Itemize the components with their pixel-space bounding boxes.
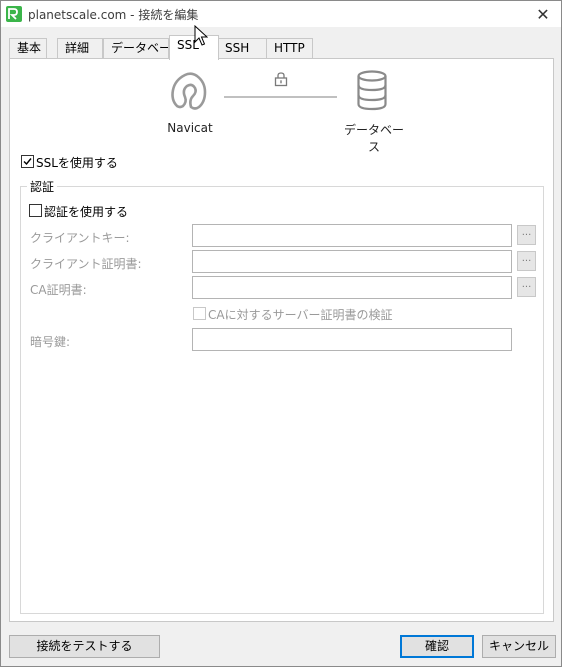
verify-ca-label: CAに対するサーバー証明書の検証 (208, 308, 393, 322)
tab-advanced[interactable]: 詳細 (57, 38, 103, 59)
client-cert-browse-button[interactable]: ... (517, 251, 536, 271)
ca-cert-label: CA証明書: (30, 283, 87, 297)
cipher-input[interactable] (192, 328, 512, 351)
connection-line (224, 96, 337, 98)
use-auth-label: 認証を使用する (44, 205, 129, 219)
client-cert-input[interactable] (192, 250, 512, 273)
tab-label: SSH (225, 41, 250, 55)
verify-ca-checkbox[interactable] (193, 307, 206, 320)
tab-bar: 基本 詳細 データベース SSL SSH HTTP (9, 35, 555, 60)
app-logo-icon (6, 6, 22, 22)
ok-button[interactable]: 確認 (400, 635, 474, 658)
connection-dialog: planetscale.com - 接続を編集 ✕ 基本 詳細 データベース S… (0, 0, 562, 667)
ca-cert-browse-button[interactable]: ... (517, 277, 536, 297)
use-ssl-checkbox[interactable] (21, 155, 34, 168)
ssl-panel: Navicat データベース SSLを使用する 認証 認証を使用する クライアン… (9, 58, 554, 622)
test-connection-button[interactable]: 接続をテストする (9, 635, 160, 658)
cipher-label: 暗号鍵: (30, 335, 71, 349)
tab-ssh[interactable]: SSH (217, 38, 267, 59)
navicat-label: Navicat (167, 121, 213, 135)
tab-label: 詳細 (65, 41, 90, 55)
close-button[interactable]: ✕ (531, 4, 555, 24)
tab-basic[interactable]: 基本 (9, 38, 47, 59)
client-key-label: クライアントキー: (30, 231, 130, 245)
window-title: planetscale.com - 接続を編集 (28, 8, 199, 22)
tab-label: 基本 (17, 41, 42, 55)
title-bar: planetscale.com - 接続を編集 ✕ (1, 1, 561, 27)
database-label: データベース (343, 123, 404, 154)
close-icon: ✕ (536, 4, 550, 24)
mouse-cursor-icon (194, 25, 208, 46)
client-key-input[interactable] (192, 224, 512, 247)
tab-label: データベース (111, 41, 168, 55)
connection-diagram: Navicat データベース (10, 59, 555, 154)
tab-label: HTTP (274, 41, 305, 55)
use-auth-checkbox[interactable] (29, 204, 42, 217)
tab-database[interactable]: データベース (103, 38, 169, 59)
auth-group-title: 認証 (27, 178, 58, 195)
database-icon (357, 70, 387, 111)
checkmark-icon (23, 158, 32, 166)
client-key-browse-button[interactable]: ... (517, 225, 536, 245)
use-ssl-label: SSLを使用する (36, 156, 118, 170)
ca-cert-input[interactable] (192, 276, 512, 299)
client-cert-label: クライアント証明書: (30, 257, 142, 271)
tab-http[interactable]: HTTP (266, 38, 313, 59)
cancel-button[interactable]: キャンセル (482, 635, 556, 658)
lock-icon (274, 72, 288, 87)
navicat-logo-icon (171, 72, 207, 110)
